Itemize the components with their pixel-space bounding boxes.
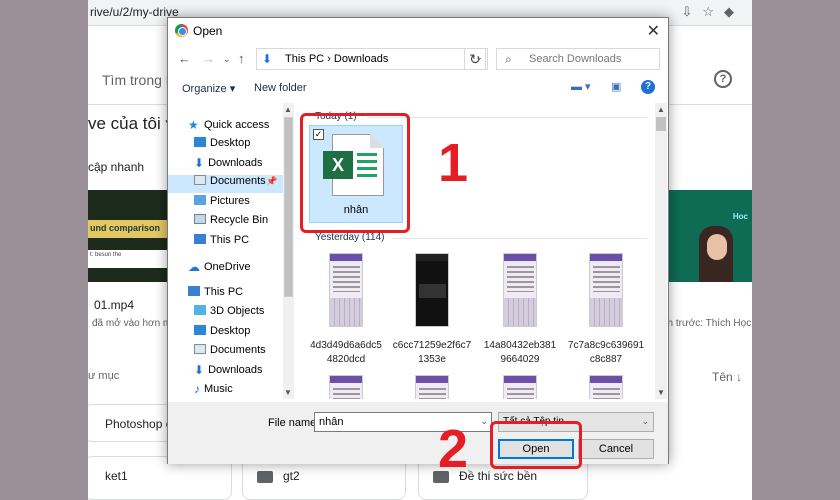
pin-icon: 📌 — [266, 176, 278, 186]
music-note-icon: ♪ — [194, 382, 200, 396]
sort-by-name-button[interactable]: Tên ↓ — [712, 370, 742, 384]
annotation-step-1: 1 — [438, 133, 469, 193]
image-thumbnail[interactable] — [415, 375, 449, 399]
scrollbar-thumb[interactable] — [656, 117, 666, 131]
image-thumbnail[interactable] — [329, 375, 363, 399]
computer-icon — [194, 234, 206, 244]
command-bar: Organize ▾ New folder ▬ ▾ ▣ ? — [168, 74, 668, 100]
file-caption[interactable]: 14a80432eb381 9664029 — [477, 339, 563, 367]
image-thumbnail[interactable] — [329, 253, 363, 327]
file-caption[interactable]: c6cc71259e2f6c7 1353e — [389, 339, 475, 367]
sidebar-item-downloads[interactable]: ⬇Downloads📌 — [194, 156, 294, 174]
new-folder-button[interactable]: New folder — [254, 82, 307, 94]
image-thumbnail[interactable] — [503, 375, 537, 399]
navigation-scrollbar[interactable]: ▲ ▼ — [283, 103, 294, 399]
navigation-pane: ★Quick access Desktop📌 ⬇Downloads📌 Docum… — [168, 103, 294, 399]
scroll-down-icon[interactable]: ▼ — [284, 388, 292, 397]
organize-menu[interactable]: Organize ▾ — [182, 82, 235, 95]
cloud-icon: ☁ — [188, 260, 200, 274]
sidebar-item-this-pc[interactable]: This PC — [188, 286, 243, 304]
search-icon: ⌕ — [505, 52, 512, 66]
forward-arrow-icon[interactable]: → — [202, 51, 215, 66]
url-text: rive/u/2/my-drive — [90, 5, 179, 19]
sidebar-item-onedrive[interactable]: ☁ OneDrive — [188, 260, 250, 278]
desktop-icon — [194, 137, 206, 147]
folder-icon — [257, 470, 273, 483]
file-list-scrollbar[interactable]: ▲ ▼ — [655, 103, 667, 399]
chevron-down-icon[interactable]: ⌄ — [480, 416, 488, 427]
sidebar-item-3d-objects[interactable]: 3D Objects — [194, 305, 264, 323]
sidebar-item-this-pc-quick[interactable]: This PC📌 — [194, 234, 294, 252]
star-icon: ★ — [188, 118, 199, 132]
my-drive-title[interactable]: ve của tôi ▾ — [88, 114, 174, 134]
drive-search-input[interactable]: Tìm trong D — [102, 72, 176, 88]
image-thumbnail[interactable] — [503, 253, 537, 327]
recycle-bin-icon — [194, 214, 206, 224]
help-icon[interactable]: ? — [641, 80, 655, 94]
address-path: This PC › Downloads — [285, 53, 389, 65]
computer-icon — [188, 286, 200, 296]
download-icon: ⬇ — [194, 363, 205, 377]
scroll-down-icon[interactable]: ▼ — [657, 388, 665, 397]
documents-icon — [194, 175, 206, 185]
sidebar-item-music[interactable]: ♪ Music — [194, 382, 233, 399]
dialog-footer: File name: nhân ⌄ Tất cả Tệp tin ⌄ Open … — [168, 402, 668, 464]
pictures-icon — [194, 195, 206, 205]
close-icon[interactable]: ✕ — [647, 21, 660, 41]
annotation-step-2: 2 — [438, 419, 469, 479]
downloads-folder-icon: ⬇ — [262, 52, 273, 66]
view-options-icon[interactable]: ▬ ▾ — [571, 80, 591, 93]
scroll-up-icon[interactable]: ▲ — [657, 105, 665, 114]
up-arrow-icon[interactable]: ↑ — [238, 51, 245, 66]
cube-icon — [194, 305, 206, 315]
open-file-dialog: Open ✕ ← → ⌄ ↑ ⬇ This PC › Downloads ⌄ ↻… — [167, 17, 669, 464]
image-thumbnail[interactable] — [415, 253, 449, 327]
browser-action-icons[interactable]: ⇩☆◆ — [681, 4, 744, 20]
navigation-bar: ← → ⌄ ↑ ⬇ This PC › Downloads ⌄ ↻ ⌕ Sear… — [168, 44, 668, 74]
download-icon: ⬇ — [194, 156, 205, 170]
sidebar-item-recycle-bin[interactable]: Recycle Bin📌 — [194, 214, 294, 232]
sidebar-item-desktop-pc[interactable]: Desktop — [194, 325, 250, 343]
address-bar[interactable]: ⬇ This PC › Downloads ⌄ — [256, 48, 488, 70]
sidebar-item-downloads-pc[interactable]: ⬇ Downloads — [194, 363, 262, 381]
chevron-down-icon: ⌄ — [641, 416, 649, 426]
back-arrow-icon[interactable]: ← — [178, 51, 191, 66]
video-thumbnail-left[interactable]: und comparison t: besun the — [88, 190, 168, 282]
file-meta: đã mở vào hơn mộ — [92, 318, 177, 329]
desktop-icon — [194, 325, 206, 335]
image-thumbnail[interactable] — [589, 253, 623, 327]
sidebar-item-pictures[interactable]: Pictures📌 — [194, 195, 294, 213]
refresh-icon[interactable]: ↻ — [464, 48, 486, 70]
file-name: 01.mp4 — [94, 298, 135, 312]
sidebar-item-quick-access[interactable]: ★ Quick access — [188, 118, 269, 136]
annotation-highlight-open — [490, 421, 582, 469]
group-header-yesterday[interactable]: Yesterday (114) — [315, 232, 385, 243]
filename-label: File name: — [268, 417, 320, 429]
sidebar-item-documents-pc[interactable]: Documents — [194, 344, 266, 362]
search-input[interactable]: ⌕ Search Downloads — [496, 48, 660, 70]
file-caption[interactable]: 7c7a8c9c639691 c8c887 — [563, 339, 649, 367]
dialog-title: Open — [193, 24, 223, 38]
scrollbar-thumb[interactable] — [284, 117, 293, 297]
cancel-button[interactable]: Cancel — [578, 439, 654, 459]
sidebar-item-documents[interactable]: Documents 📌 — [168, 175, 283, 193]
file-caption[interactable]: 4d3d49d6a6dc5 4820dcd — [303, 339, 389, 367]
annotation-highlight-file — [300, 113, 410, 233]
documents-icon — [194, 344, 206, 354]
chrome-icon — [175, 24, 188, 37]
help-icon[interactable]: ? — [714, 70, 732, 88]
dialog-titlebar[interactable]: Open ✕ — [168, 18, 668, 44]
sidebar-item-desktop[interactable]: Desktop📌 — [194, 137, 294, 155]
file-meta: nh trước: Thích Học — [662, 318, 752, 329]
video-thumbnail-right[interactable]: Hoc — [669, 190, 752, 282]
image-thumbnail[interactable] — [589, 375, 623, 399]
quick-access-heading: cập nhanh — [88, 160, 145, 174]
recent-locations-chevron-icon[interactable]: ⌄ — [223, 54, 231, 65]
preview-pane-icon[interactable]: ▣ — [611, 80, 621, 93]
scroll-up-icon[interactable]: ▲ — [284, 105, 292, 114]
folders-heading: ư mục — [88, 370, 120, 382]
